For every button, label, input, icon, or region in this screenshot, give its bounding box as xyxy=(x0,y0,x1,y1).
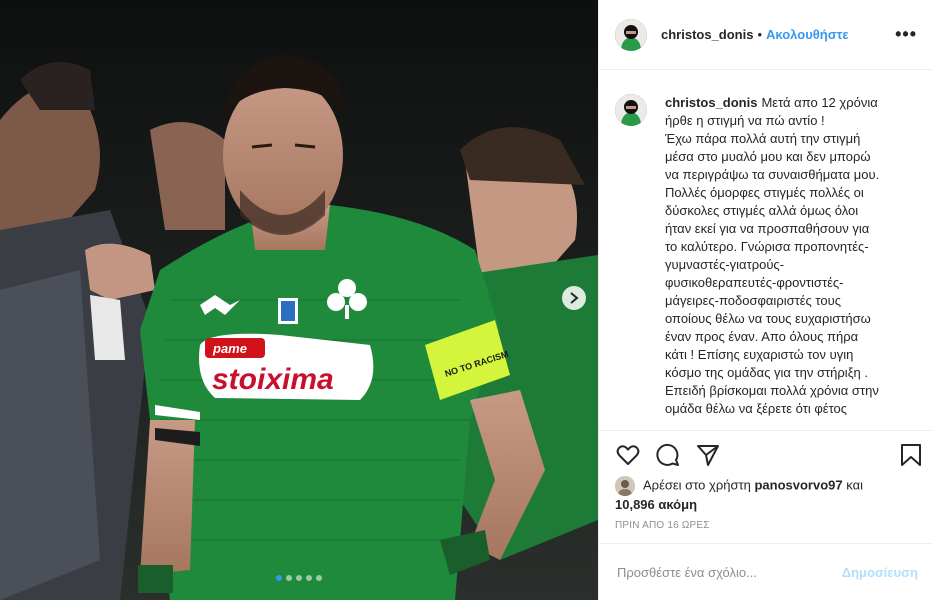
like-button[interactable] xyxy=(615,442,641,468)
more-options-icon[interactable]: ••• xyxy=(895,24,917,45)
caption-line: ήρθε η στιγμή να πώ αντίο ! xyxy=(665,113,825,128)
chevron-right-icon xyxy=(570,292,579,304)
comment-icon xyxy=(656,443,679,466)
caption-line: Επειδή βρίσκομαι πολλά χρόνια στην xyxy=(665,383,879,398)
post-photo[interactable]: pame stoixima NO TO RACISM xyxy=(0,0,598,600)
post-sidebar: christos_donis • Ακολουθήστε ••• christo… xyxy=(598,0,933,600)
caption-text: christos_donis Μετά απο 12 χρόνια ήρθε η … xyxy=(665,94,913,430)
sponsor-top-text: pame xyxy=(212,341,247,356)
caption-area: christos_donis Μετά απο 12 χρόνια ήρθε η … xyxy=(599,70,933,430)
caption-line: κόσμο της ομάδας για την στήριξη . xyxy=(665,365,868,380)
caption-line: γυμναστές-γιατρούς- xyxy=(665,257,785,272)
carousel-indicator xyxy=(0,575,598,581)
player-photo-illustration: pame stoixima NO TO RACISM xyxy=(0,0,598,600)
likes-count[interactable]: 10,896 ακόμη xyxy=(615,497,697,512)
caption-line: οποίους θέλω να τους ευχαριστήσω xyxy=(665,311,871,326)
comment-button[interactable] xyxy=(655,442,681,468)
liker-avatar[interactable] xyxy=(615,476,635,496)
caption-line-text: Μετά απο 12 χρόνια xyxy=(761,95,878,110)
likes-summary: Αρέσει στο χρήστη panosvorvo97 και 10,89… xyxy=(615,476,915,514)
caption-username[interactable]: christos_donis xyxy=(665,95,757,110)
post-comment-button[interactable]: Δημοσίευση xyxy=(842,565,918,580)
caption-line: Έχω πάρα πολλά αυτή την στιγμή xyxy=(665,131,861,146)
comment-form: Δημοσίευση xyxy=(599,543,933,600)
share-button[interactable] xyxy=(695,442,721,468)
avatar[interactable] xyxy=(615,94,647,126)
caption-line: το καλύτερο. Γνώρισα προπονητές- xyxy=(665,239,869,254)
liker-avatar-image xyxy=(615,476,635,496)
action-bar xyxy=(599,430,933,478)
separator-dot: • xyxy=(757,27,763,42)
heart-icon xyxy=(616,444,640,465)
bookmark-icon xyxy=(901,443,921,466)
instagram-post: pame stoixima NO TO RACISM christos_doni… xyxy=(0,0,933,600)
carousel-dot-3 xyxy=(296,575,302,581)
follow-button[interactable]: Ακολουθήστε xyxy=(766,27,849,42)
carousel-dot-5 xyxy=(316,575,322,581)
caption-line: κάτι ! Επίσης ευχαριστώ τον υγιη xyxy=(665,347,854,362)
caption-line: christos_donis Μετά απο 12 χρόνια xyxy=(665,94,913,112)
carousel-dot-1 xyxy=(276,575,282,581)
caption-line: να περιγράψω τα συναισθήματα μου. xyxy=(665,167,880,182)
post-timestamp[interactable]: ΠΡΙΝ ΑΠΟ 16 ΩΡΕΣ xyxy=(615,520,710,531)
sponsor-text: stoixima xyxy=(212,363,334,396)
caption-line: Πολλές όμορφες στιγμές πολλές οι xyxy=(665,185,864,200)
header-username[interactable]: christos_donis xyxy=(661,27,753,42)
user-avatar-image xyxy=(615,18,647,51)
likes-prefix: Αρέσει στο χρήστη xyxy=(643,477,751,493)
liker-username[interactable]: panosvorvo97 xyxy=(754,477,842,492)
save-button[interactable] xyxy=(898,442,924,468)
caption-line: μάγειρες-ποδοσφαιριστές τους xyxy=(665,293,841,308)
carousel-dot-2 xyxy=(286,575,292,581)
caption-line: φυσικοθεραπευτές-φροντιστές- xyxy=(665,275,844,290)
caption-line: ομάδα θέλω να ξέρετε ότι φέτος xyxy=(665,401,848,416)
user-avatar-image xyxy=(615,94,647,126)
avatar[interactable] xyxy=(615,18,647,51)
caption-line: ήταν εκεί για να προσπαθήσουν για xyxy=(665,221,870,236)
caption-line: δύσκολες στιγμές αλλά όμως όλοι xyxy=(665,203,859,218)
send-icon xyxy=(697,444,719,466)
caption-line: έναν προς έναν. Απο όλους πήρα xyxy=(665,329,859,344)
comment-input[interactable] xyxy=(615,563,842,581)
carousel-dot-4 xyxy=(306,575,312,581)
post-header: christos_donis • Ακολουθήστε ••• xyxy=(599,0,933,70)
carousel-next-button[interactable] xyxy=(562,286,586,310)
likes-conjunction: και xyxy=(846,477,863,493)
caption-line: μέσα στο μυαλό μου και δεν μπορώ xyxy=(665,149,871,164)
